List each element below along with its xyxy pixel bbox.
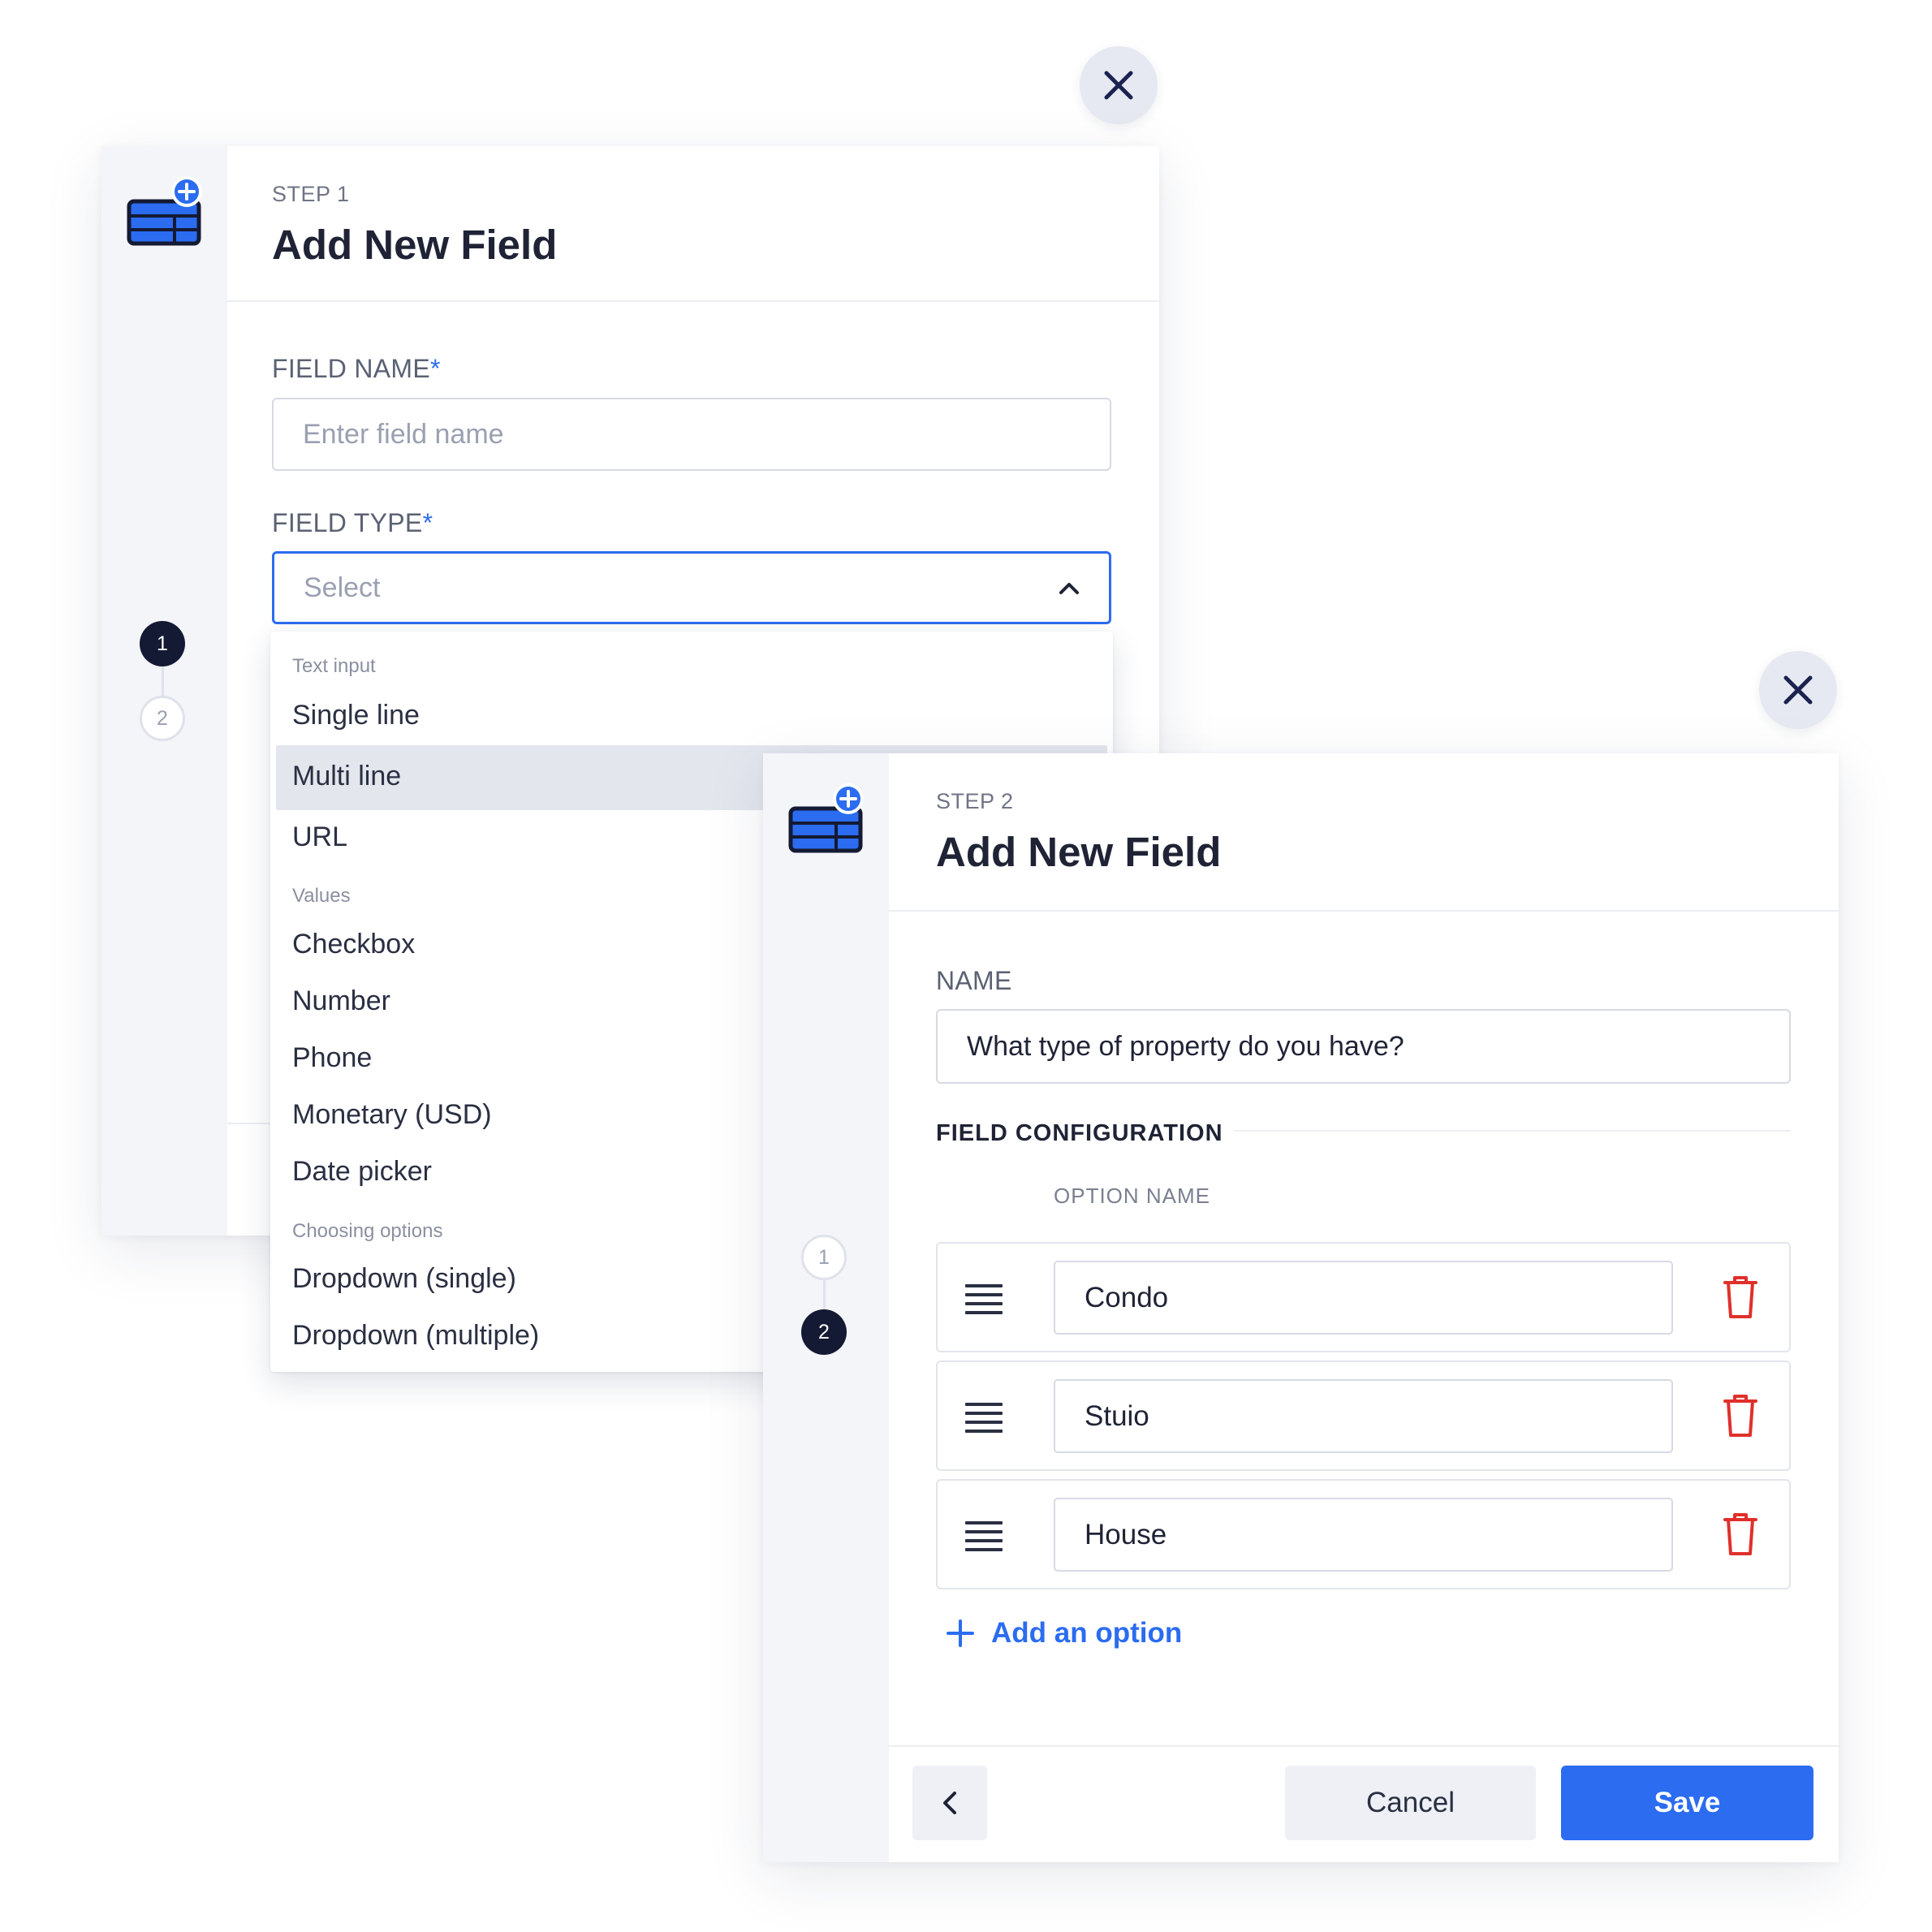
save-button[interactable]: Save [1561, 1766, 1813, 1840]
option-name-input[interactable]: House [1054, 1498, 1673, 1572]
add-option-button[interactable]: Add an option [946, 1617, 1182, 1650]
dropdown-item[interactable]: Date picker [292, 1156, 432, 1188]
trash-icon[interactable] [1723, 1512, 1758, 1557]
dropdown-item[interactable]: Checkbox [292, 929, 415, 960]
dropdown-item[interactable]: Number [292, 985, 390, 1017]
field-type-placeholder: Select [304, 571, 381, 603]
drag-handle-icon[interactable] [965, 1284, 1003, 1320]
option-name-column-header: OPTION NAME [1054, 1184, 1211, 1208]
close-button-step1[interactable] [1080, 46, 1158, 124]
field-name-label: FIELD NAME* [272, 354, 441, 383]
stepper-rail: 1 2 [763, 753, 889, 1862]
option-row: House [936, 1479, 1791, 1589]
stepper-rail: 1 2 [101, 146, 227, 1236]
plus-icon [947, 1619, 974, 1647]
modal-title: Add New Field [272, 222, 558, 268]
add-field-modal-step2: 1 2 STEP 2 Add New Field NAME What type … [763, 753, 1839, 1862]
close-button-step2[interactable] [1759, 651, 1837, 729]
header-divider [227, 300, 1159, 302]
dropdown-group-label: Choosing options [292, 1220, 443, 1242]
field-type-select[interactable]: Select [272, 551, 1111, 624]
dropdown-item[interactable]: Single line [292, 700, 420, 731]
step-indicator-1: 1 [801, 1235, 847, 1280]
drag-handle-icon[interactable] [965, 1403, 1003, 1438]
option-row: Stuio [936, 1361, 1791, 1471]
step-label: STEP 2 [936, 789, 1014, 813]
dropdown-item[interactable]: Dropdown (single) [292, 1263, 516, 1295]
step-indicator-2: 2 [801, 1309, 847, 1355]
step-label: STEP 1 [272, 182, 350, 206]
step-connector [162, 666, 164, 696]
trash-icon[interactable] [1723, 1393, 1758, 1438]
field-name-placeholder: Enter field name [303, 418, 504, 450]
modal-title: Add New Field [936, 829, 1222, 875]
dropdown-group-label: Text input [292, 655, 376, 677]
cancel-button[interactable]: Cancel [1285, 1766, 1536, 1840]
section-divider [1234, 1130, 1791, 1132]
trash-icon[interactable] [1723, 1274, 1758, 1320]
chevron-up-icon [1059, 583, 1079, 594]
add-option-label: Add an option [991, 1617, 1183, 1649]
step-connector [823, 1280, 826, 1309]
name-input-value: What type of property do you have? [967, 1030, 1404, 1062]
step-indicator-2: 2 [140, 696, 185, 741]
dropdown-group-label: Values [292, 885, 351, 907]
option-name-input[interactable]: Stuio [1054, 1379, 1673, 1453]
back-button[interactable] [912, 1766, 987, 1840]
field-configuration-heading: FIELD CONFIGURATION [936, 1120, 1223, 1146]
field-name-input[interactable]: Enter field name [272, 398, 1111, 471]
name-label: NAME [936, 966, 1012, 995]
close-icon [1104, 71, 1133, 100]
close-icon [1783, 675, 1813, 705]
field-type-label: FIELD TYPE* [272, 508, 433, 537]
dropdown-item[interactable]: Multi line [292, 761, 401, 792]
dropdown-item[interactable]: Monetary (USD) [292, 1099, 492, 1131]
dropdown-item[interactable]: URL [292, 822, 347, 853]
option-row: Condo [936, 1242, 1791, 1352]
chevron-left-icon [943, 1792, 956, 1814]
step-indicator-1: 1 [140, 621, 185, 666]
dropdown-item[interactable]: Phone [292, 1042, 372, 1074]
header-divider [889, 910, 1839, 912]
table-add-icon [127, 176, 202, 246]
name-input[interactable]: What type of property do you have? [936, 1009, 1791, 1084]
drag-handle-icon[interactable] [965, 1521, 1003, 1557]
option-name-input[interactable]: Condo [1054, 1261, 1673, 1335]
footer-divider [889, 1745, 1839, 1747]
dropdown-item[interactable]: Dropdown (multiple) [292, 1320, 539, 1352]
table-add-icon [788, 783, 864, 853]
